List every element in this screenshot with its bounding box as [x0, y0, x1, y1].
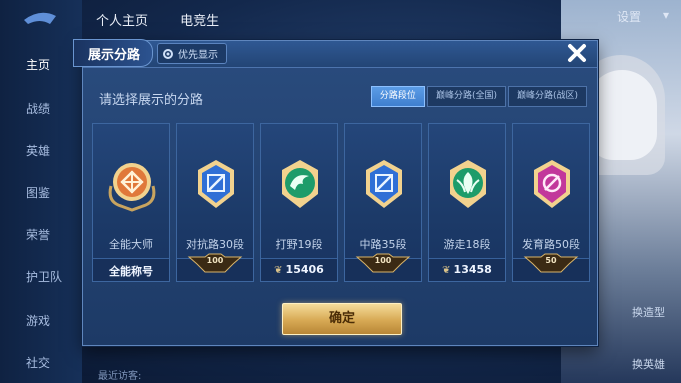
- lane-display-dialog: 展示分路 优先显示 请选择展示的分路 分路段位 巅峰分路(全国) 巅峰分路(战区…: [73, 39, 598, 346]
- mid-lane-emblem-icon: [366, 160, 402, 208]
- tab-peak-region[interactable]: 巅峰分路(战区): [507, 86, 587, 107]
- tab-peak-national[interactable]: 巅峰分路(全国): [426, 86, 506, 107]
- nav-item-heroes[interactable]: 英雄: [0, 142, 82, 159]
- change-skin-button[interactable]: 换造型: [632, 304, 665, 320]
- nav-item-home[interactable]: 主页: [0, 56, 82, 73]
- card-footer: ❦ 13458: [429, 258, 505, 281]
- card-footer: 100: [345, 253, 421, 281]
- score-number: 13458: [453, 263, 492, 276]
- nav-item-gallery[interactable]: 图鉴: [0, 184, 82, 201]
- badge-number: 100: [206, 256, 224, 265]
- card-label: 游走18段: [443, 238, 491, 251]
- card-footer: 50: [513, 253, 589, 281]
- card-label: 发育路50段: [522, 238, 580, 251]
- card-label: 对抗路30段: [186, 238, 244, 251]
- all-round-emblem-icon: [108, 163, 156, 212]
- card-label: 全能大师: [109, 238, 153, 251]
- tab-profile[interactable]: 个人主页: [96, 14, 148, 29]
- card-footer: 全能称号: [93, 258, 169, 281]
- jungle-emblem-icon: [282, 160, 318, 208]
- lane-card-clash[interactable]: 对抗路30段 100: [176, 123, 254, 282]
- title-tab: 展示分路: [73, 39, 153, 67]
- laurel-icon: ❦: [274, 265, 283, 276]
- rank-badge: 50: [523, 253, 579, 275]
- close-icon: [568, 44, 586, 62]
- rank-badge: 100: [355, 253, 411, 275]
- score-number: 15406: [285, 263, 324, 276]
- nav-item-record[interactable]: 战绩: [0, 100, 82, 117]
- laurel-icon: ❦: [442, 265, 451, 276]
- card-label: 中路35段: [359, 238, 407, 251]
- lane-card-all-round[interactable]: 全能大师 全能称号: [92, 123, 170, 282]
- gear-icon: [163, 48, 173, 59]
- confirm-button[interactable]: 确定: [282, 303, 402, 335]
- badge-number: 50: [545, 256, 557, 265]
- settings-button[interactable]: 设置: [617, 8, 641, 25]
- roam-emblem-icon: [450, 160, 486, 208]
- game-logo-icon: [20, 6, 60, 30]
- nav-item-guard[interactable]: 护卫队: [0, 268, 82, 285]
- dialog-subtitle: 请选择展示的分路: [99, 93, 204, 108]
- lane-card-mid[interactable]: 中路35段 100: [344, 123, 422, 282]
- nav-item-social[interactable]: 社交: [0, 354, 82, 371]
- dialog-header: 展示分路 优先显示: [73, 39, 597, 68]
- nav-item-games[interactable]: 游戏: [0, 312, 82, 329]
- close-button[interactable]: [563, 39, 591, 67]
- priority-display-button[interactable]: 优先显示: [157, 43, 227, 64]
- score-value: ❦ 15406: [261, 263, 337, 276]
- dialog-title: 展示分路: [88, 48, 141, 63]
- bottom-bar: 最近访客:: [82, 353, 562, 383]
- tab-esports[interactable]: 电竞生: [180, 14, 219, 29]
- priority-label: 优先显示: [178, 50, 218, 61]
- all-round-title: 全能称号: [109, 265, 153, 278]
- farm-lane-emblem-icon: [534, 160, 570, 208]
- nav-item-honor[interactable]: 荣誉: [0, 226, 82, 243]
- clash-lane-emblem-icon: [198, 160, 234, 208]
- rank-badge: 100: [187, 253, 243, 275]
- tab-lane-rank[interactable]: 分路段位: [370, 86, 425, 107]
- score-value: ❦ 13458: [429, 263, 505, 276]
- change-hero-button[interactable]: 换英雄: [632, 356, 665, 372]
- top-tabs: 个人主页 电竞生: [96, 10, 247, 29]
- card-label: 打野19段: [275, 238, 323, 251]
- badge-number: 100: [374, 256, 392, 265]
- card-footer: 100: [177, 253, 253, 281]
- lane-card-jungle[interactable]: 打野19段 ❦ 15406: [260, 123, 338, 282]
- recent-visitors-label: 最近访客:: [98, 371, 142, 382]
- lane-tabs: 分路段位 巅峰分路(全国) 巅峰分路(战区): [369, 86, 587, 107]
- lane-card-roam[interactable]: 游走18段 ❦ 13458: [428, 123, 506, 282]
- chevron-down-icon[interactable]: ▾: [663, 8, 669, 22]
- left-navigation: 主页 战绩 英雄 图鉴 荣誉 护卫队 游戏 社交: [0, 0, 82, 383]
- card-footer: ❦ 15406: [261, 258, 337, 281]
- lane-card-farm[interactable]: 发育路50段 50: [512, 123, 590, 282]
